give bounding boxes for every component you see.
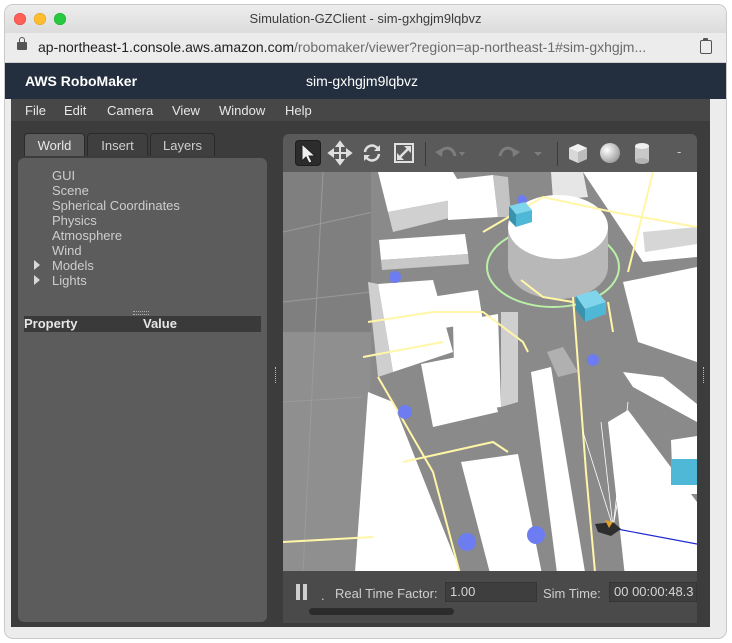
redo-dropdown-icon[interactable] <box>533 151 543 157</box>
rotate-icon <box>363 144 381 162</box>
tree-item-physics[interactable]: Physics <box>52 213 97 228</box>
url-text[interactable]: ap-northeast-1.console.aws.amazon.com/ro… <box>38 39 646 55</box>
title-bar: Simulation-GZClient - sim-gxhgjm9lqbvz <box>5 5 726 33</box>
tree-item-gui[interactable]: GUI <box>52 168 75 183</box>
value-column-header: Value <box>143 316 177 331</box>
left-splitter-grip[interactable] <box>275 367 278 383</box>
property-column-header: Property <box>24 316 78 331</box>
window-title: Simulation-GZClient - sim-gxhgjm9lqbvz <box>249 11 482 26</box>
panel-splitter-handle[interactable] <box>133 311 149 315</box>
step-button[interactable]: . <box>321 588 325 603</box>
redo-button[interactable] <box>491 140 525 166</box>
waypoint <box>389 271 401 283</box>
menu-bar: File Edit Camera View Window Help <box>11 99 710 121</box>
grid-floor <box>283 172 378 332</box>
clipboard-icon[interactable] <box>700 38 712 54</box>
toolbar-separator-2 <box>557 142 558 166</box>
url-host: ap-northeast-1.console.aws.amazon.com <box>38 39 295 55</box>
robot-cube <box>671 459 697 485</box>
pause-icon[interactable] <box>295 584 309 600</box>
sphere-icon <box>600 143 620 163</box>
expand-models-icon[interactable] <box>34 260 40 270</box>
gazebo-client: File Edit Camera View Window Help World … <box>11 99 710 627</box>
real-time-factor-value: 1.00 <box>445 582 537 602</box>
tree-item-scene[interactable]: Scene <box>52 183 89 198</box>
menu-window[interactable]: Window <box>219 103 265 118</box>
aws-header: AWS RoboMaker sim-gxhgjm9lqbvz <box>5 63 726 99</box>
box-shape-button[interactable] <box>565 140 591 166</box>
menu-camera[interactable]: Camera <box>107 103 153 118</box>
redo-icon <box>498 146 520 157</box>
url-path: /robomaker/viewer?region=ap-northeast-1#… <box>294 39 647 55</box>
select-mode-button[interactable] <box>295 140 321 166</box>
sim-time-label: Sim Time: <box>543 586 601 601</box>
undo-button[interactable] <box>431 140 465 166</box>
waypoint <box>587 354 599 366</box>
sim-time-value: 00 00:00:48.3 <box>609 582 697 602</box>
address-bar[interactable]: ap-northeast-1.console.aws.amazon.com/ro… <box>5 33 726 63</box>
cylinder-shape-button[interactable] <box>629 140 655 166</box>
aws-brand: AWS RoboMaker <box>25 73 138 89</box>
expand-lights-icon[interactable] <box>34 275 40 285</box>
tree-item-models[interactable]: Models <box>52 258 94 273</box>
3d-viewport[interactable]: - <box>283 134 697 604</box>
toolbar-separator <box>425 142 426 166</box>
scale-mode-button[interactable] <box>391 140 417 166</box>
lock-icon <box>17 37 27 50</box>
menu-view[interactable]: View <box>172 103 200 118</box>
waypoint <box>458 533 476 551</box>
tree-item-atmosphere[interactable]: Atmosphere <box>52 228 122 243</box>
sim-status-bar: . Real Time Factor: 1.00 Sim Time: 00 00… <box>283 571 697 623</box>
cube-icon <box>569 144 587 163</box>
scene-toolbar: - <box>283 134 697 172</box>
waypoint <box>398 405 412 419</box>
tab-world[interactable]: World <box>24 133 85 156</box>
menu-edit[interactable]: Edit <box>64 103 86 118</box>
cylinder-icon <box>635 143 649 164</box>
tree-item-spherical-coordinates[interactable]: Spherical Coordinates <box>52 198 180 213</box>
horizontal-scrollbar[interactable] <box>309 608 454 615</box>
sphere-shape-button[interactable] <box>597 140 623 166</box>
move-icon <box>327 140 353 166</box>
world-panel: GUI Scene Spherical Coordinates Physics … <box>18 158 267 622</box>
menu-help[interactable]: Help <box>285 103 312 118</box>
building <box>453 314 501 412</box>
rotate-mode-button[interactable] <box>359 140 385 166</box>
scale-icon <box>394 143 414 163</box>
tab-layers[interactable]: Layers <box>150 133 215 156</box>
right-splitter-grip[interactable] <box>703 367 706 383</box>
tree-item-wind[interactable]: Wind <box>52 243 82 258</box>
menu-file[interactable]: File <box>25 103 46 118</box>
toolbar-overflow-button[interactable]: - <box>677 144 681 159</box>
simulation-id: sim-gxhgjm9lqbvz <box>306 73 419 89</box>
simulation-scene[interactable] <box>283 172 697 604</box>
translate-mode-button[interactable] <box>327 140 353 166</box>
real-time-factor-label: Real Time Factor: <box>335 586 438 601</box>
tree-item-lights[interactable]: Lights <box>52 273 87 288</box>
undo-icon <box>435 146 465 157</box>
building <box>448 175 498 220</box>
arrow-cursor-icon <box>301 142 317 164</box>
property-table-header: Property Value <box>24 316 261 332</box>
tab-insert[interactable]: Insert <box>87 133 148 156</box>
waypoint <box>527 526 545 544</box>
